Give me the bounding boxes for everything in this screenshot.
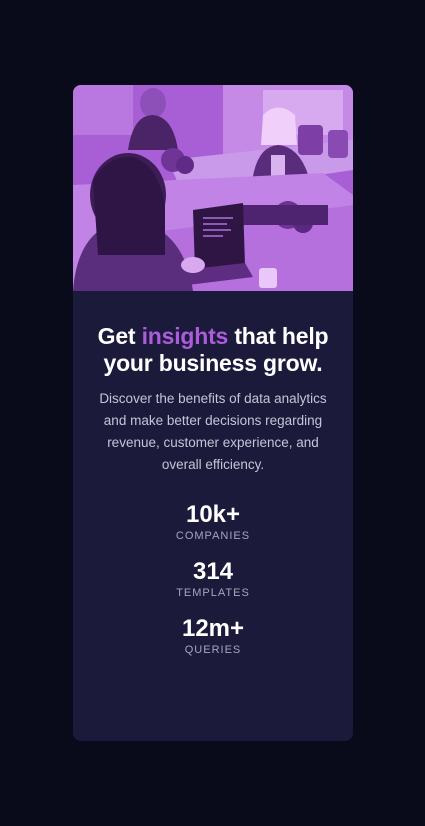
hero-image xyxy=(73,85,353,291)
stat-label: COMPANIES xyxy=(175,530,251,542)
stat-label: TEMPLATES xyxy=(176,587,250,599)
stat-label: QUERIES xyxy=(184,644,242,656)
stat-value: 314 xyxy=(192,558,234,585)
headline-accent: insights xyxy=(141,323,229,349)
card-content: Get insights that help your business gro… xyxy=(73,291,353,657)
stats-list: 10k+ COMPANIES 314 TEMPLATES 12m+ QUERIE… xyxy=(95,502,331,657)
stats-card: Get insights that help your business gro… xyxy=(73,85,353,741)
stat-companies: 10k+ COMPANIES xyxy=(95,502,331,543)
headline-before: Get xyxy=(97,323,142,349)
stat-templates: 314 TEMPLATES xyxy=(95,559,331,600)
headline: Get insights that help your business gro… xyxy=(95,323,331,377)
stat-value: 10k+ xyxy=(185,501,241,528)
stat-value: 12m+ xyxy=(181,615,245,642)
description: Discover the benefits of data analytics … xyxy=(99,391,327,472)
stat-queries: 12m+ QUERIES xyxy=(95,616,331,657)
